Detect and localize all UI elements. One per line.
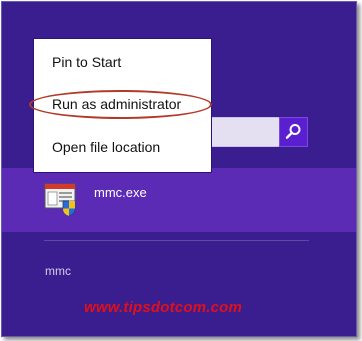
menu-item-pin-to-start[interactable]: Pin to Start bbox=[52, 54, 121, 70]
search-button[interactable] bbox=[279, 117, 308, 147]
mmc-app-icon bbox=[44, 182, 78, 217]
search-icon bbox=[285, 124, 301, 139]
result-label: mmc.exe bbox=[94, 185, 147, 200]
menu-item-open-file-location[interactable]: Open file location bbox=[52, 139, 160, 155]
results-divider bbox=[44, 240, 309, 241]
search-input[interactable] bbox=[207, 117, 281, 147]
watermark: www.tipsdotcom.com bbox=[84, 299, 243, 316]
highlight-ring bbox=[29, 90, 212, 119]
start-search-screen: mmc.exe mmc www.tipsdotcom.com Pin to St… bbox=[1, 1, 357, 337]
search-suggestion[interactable]: mmc bbox=[45, 264, 71, 278]
search-result-mmc-exe[interactable]: mmc.exe bbox=[2, 168, 356, 232]
